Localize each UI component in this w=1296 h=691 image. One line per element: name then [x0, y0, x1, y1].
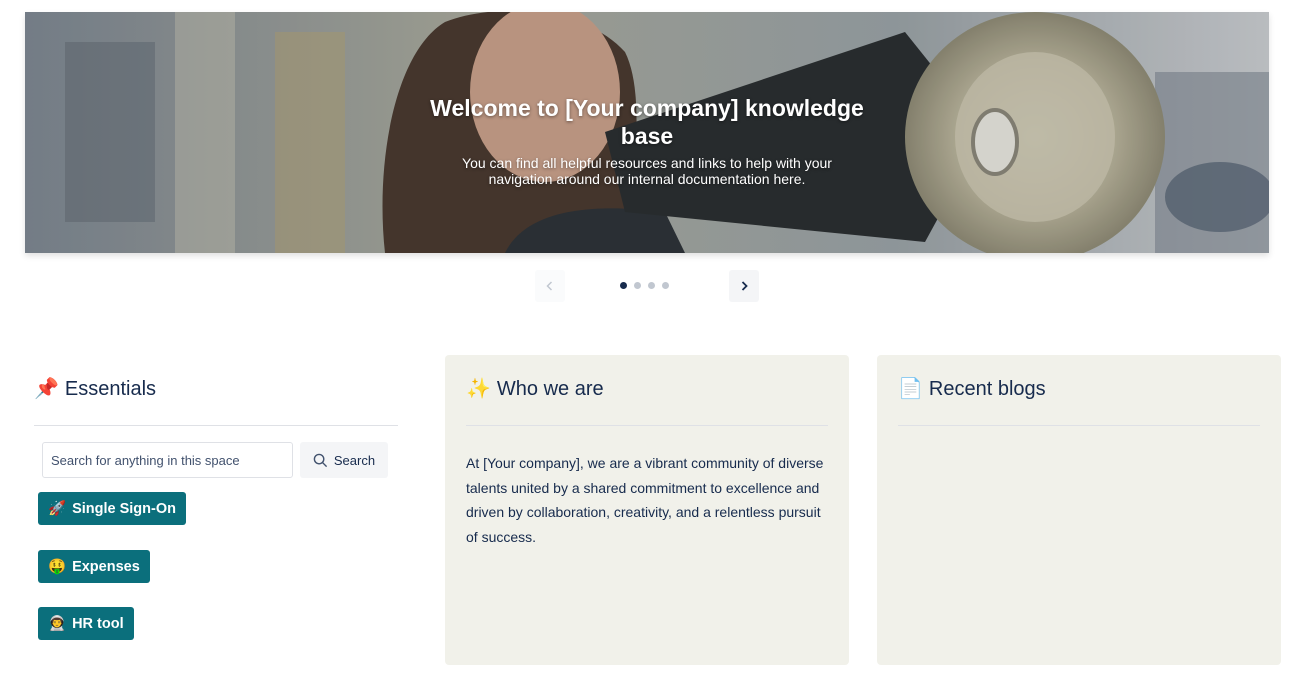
divider	[898, 425, 1260, 426]
chevron-right-icon	[741, 281, 748, 291]
sparkles-icon: ✨	[466, 378, 491, 400]
essentials-title: Essentials	[64, 378, 157, 400]
search-button[interactable]: Search	[300, 442, 388, 478]
expenses-label: Expenses	[72, 558, 140, 575]
carousel-indicators	[620, 282, 669, 289]
divider	[466, 425, 828, 426]
recent-blogs-panel: 📄 Recent blogs	[877, 355, 1281, 665]
chevron-left-icon	[546, 281, 553, 291]
carousel-dot-3[interactable]	[648, 282, 655, 289]
expenses-button[interactable]: 🤑 Expenses	[38, 550, 150, 583]
hero-title: Welcome to [Your company] knowledge base	[430, 95, 864, 149]
money-mouth-face-icon: 🤑	[48, 559, 67, 575]
search-button-label: Search	[333, 452, 376, 468]
search-bar: Search	[42, 442, 398, 478]
who-we-are-panel: ✨ Who we are At [Your company], we are a…	[445, 355, 849, 665]
page-facing-up-icon: 📄	[898, 378, 923, 400]
rocket-icon: 🚀	[48, 501, 67, 517]
who-we-are-title: Who we are	[496, 378, 604, 400]
hero-subtitle: You can find all helpful resources and l…	[462, 155, 832, 187]
carousel-nav	[0, 270, 1296, 302]
astronaut-icon: 👨‍🚀	[48, 616, 67, 632]
carousel-dot-2[interactable]	[634, 282, 641, 289]
search-input[interactable]	[42, 442, 293, 478]
carousel-dot-4[interactable]	[662, 282, 669, 289]
who-we-are-body: At [Your company], we are a vibrant comm…	[466, 455, 824, 545]
single-sign-on-label: Single Sign-On	[72, 500, 176, 517]
recent-blogs-heading: 📄 Recent blogs	[898, 376, 1046, 402]
recent-blogs-title: Recent blogs	[928, 378, 1046, 400]
divider	[34, 425, 398, 426]
hr-tool-label: HR tool	[72, 615, 124, 632]
search-icon	[313, 453, 327, 467]
essentials-section: 📌 Essentials Search 🚀 Single Sign-On 🤑 E…	[34, 376, 398, 640]
single-sign-on-button[interactable]: 🚀 Single Sign-On	[38, 492, 186, 525]
carousel-dot-1[interactable]	[620, 282, 627, 289]
essentials-heading: 📌 Essentials	[34, 376, 398, 402]
hero-banner: Welcome to [Your company] knowledge base…	[25, 12, 1269, 253]
hr-tool-button[interactable]: 👨‍🚀 HR tool	[38, 607, 134, 640]
carousel-next-button[interactable]	[729, 270, 759, 302]
who-we-are-heading: ✨ Who we are	[466, 376, 604, 402]
carousel-prev-button[interactable]	[535, 270, 565, 302]
pushpin-icon: 📌	[34, 378, 59, 400]
